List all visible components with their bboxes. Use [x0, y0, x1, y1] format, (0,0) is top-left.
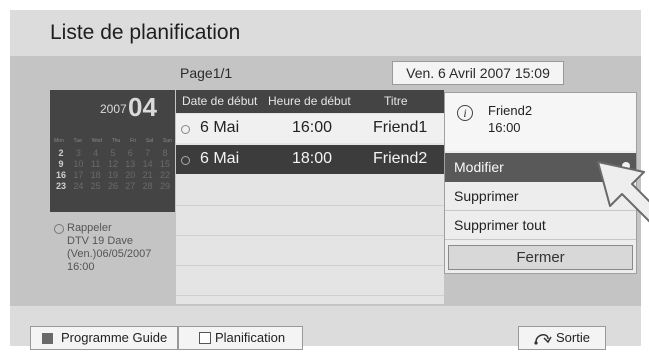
calendar-day: 27: [125, 181, 136, 191]
checkbox-icon: [199, 332, 211, 344]
planification-label: Planification: [215, 330, 286, 345]
calendar-day: 2: [58, 148, 64, 158]
row-divider: [176, 205, 444, 206]
calendar-day: 3: [75, 148, 81, 158]
pointer-cursor-icon: [597, 161, 649, 223]
footer-bar: Programme Guide Planification Sortie: [10, 306, 641, 350]
calendar-month: 04: [128, 92, 157, 122]
calendar-day: 11: [90, 159, 101, 169]
clock-icon: [181, 156, 190, 165]
calendar-day: 29: [159, 181, 170, 191]
calendar-week: 16 17 18 19 20 21 22: [54, 170, 172, 181]
column-header-title: Titre: [384, 94, 408, 108]
weekday-label: Fri: [130, 138, 136, 144]
color-key-icon: [42, 333, 53, 344]
row-title: Friend1: [373, 119, 428, 136]
reminder-text: Rappeler DTV 19 Dave (Ven.)06/05/2007 16…: [67, 222, 152, 273]
calendar-year: 2007: [100, 102, 127, 116]
calendar-week: 2 3 4 5 6 7 8: [54, 148, 172, 159]
weekday-label: Sun: [163, 138, 172, 144]
weekday-label: Mon: [54, 138, 64, 144]
programme-guide-label: Programme Guide: [61, 330, 168, 345]
calendar-day: 18: [90, 170, 101, 180]
calendar-day: 24: [73, 181, 84, 191]
title-bar: Liste de planification: [10, 10, 641, 56]
menu-item-label: Modifier: [454, 159, 504, 175]
clock-icon: [54, 224, 64, 234]
popup-program-info: i Friend2 16:00: [445, 93, 636, 151]
row-divider: [176, 235, 444, 236]
planification-button[interactable]: Planification: [178, 326, 303, 350]
weekday-label: Tue: [73, 138, 82, 144]
weekday-label: Thu: [111, 138, 121, 144]
menu-item-label: Supprimer tout: [454, 217, 546, 233]
clock-icon: [181, 125, 190, 134]
close-button[interactable]: Fermer: [448, 245, 633, 270]
calendar-grid: 2 3 4 5 6 7 8 9 10 11 12 13 14 15 16 17 …: [54, 148, 172, 192]
exit-label: Sortie: [556, 330, 590, 345]
return-icon: [534, 334, 552, 345]
popup-program-time: 16:00: [488, 120, 521, 135]
menu-item-label: Supprimer: [454, 188, 519, 204]
page-title: Liste de planification: [50, 21, 241, 44]
calendar-week: 23 24 25 26 27 28 29: [54, 181, 172, 192]
calendar-day: 8: [162, 148, 168, 158]
row-divider: [176, 295, 444, 296]
calendar-day: 7: [145, 148, 151, 158]
table-row[interactable]: 6 Mai 16:00 Friend1: [176, 114, 444, 143]
row-divider: [176, 265, 444, 266]
row-date: 6 Mai: [200, 119, 240, 136]
calendar-day: 26: [107, 181, 118, 191]
row-time: 18:00: [292, 150, 333, 167]
programme-guide-button[interactable]: Programme Guide: [30, 326, 178, 350]
table-header: Date de début Heure de début Titre: [176, 90, 444, 113]
calendar-day: 22: [159, 170, 170, 180]
calendar-day: 15: [159, 159, 170, 169]
schedule-table: Date de début Heure de début Titre 6 Mai…: [176, 90, 444, 304]
column-header-start-date: Date de début: [182, 94, 258, 108]
current-datetime: Ven. 6 Avril 2007 15:09: [392, 61, 564, 85]
page-indicator: Page1/1: [180, 65, 233, 81]
calendar-day: 20: [125, 170, 136, 180]
calendar-day: 4: [93, 148, 99, 158]
calendar-day: 25: [90, 181, 101, 191]
calendar-week: 9 10 11 12 13 14 15: [54, 159, 172, 170]
calendar-day: 16: [55, 170, 66, 180]
calendar-day: 23: [55, 181, 66, 191]
calendar-day: 10: [73, 159, 84, 169]
calendar-day: 6: [127, 148, 133, 158]
table-row-selected[interactable]: 6 Mai 18:00 Friend2: [176, 145, 444, 174]
popup-program-name: Friend2: [488, 103, 533, 118]
calendar-day: 28: [142, 181, 153, 191]
calendar-day: 9: [58, 159, 64, 169]
column-header-start-time: Heure de début: [268, 94, 351, 108]
info-icon: i: [457, 105, 473, 121]
mini-calendar: 2007 04 Mon Tue Wed Thu Fri Sat Sun 2 3 …: [50, 90, 175, 212]
calendar-day: 5: [110, 148, 116, 158]
calendar-day: 13: [125, 159, 136, 169]
calendar-day: 14: [142, 159, 153, 169]
row-date: 6 Mai: [200, 150, 240, 167]
weekday-label: Sat: [145, 138, 154, 144]
calendar-day: 19: [107, 170, 118, 180]
row-title: Friend2: [373, 150, 428, 167]
calendar-day: 17: [73, 170, 84, 180]
calendar-day: 12: [107, 159, 118, 169]
weekday-label: Wed: [91, 138, 102, 144]
calendar-weekdays: Mon Tue Wed Thu Fri Sat Sun: [54, 138, 172, 144]
calendar-day: 21: [142, 170, 153, 180]
row-time: 16:00: [292, 119, 333, 136]
schedule-list-screen: Liste de planification Page1/1 Ven. 6 Av…: [10, 10, 641, 350]
exit-button[interactable]: Sortie: [518, 326, 606, 350]
